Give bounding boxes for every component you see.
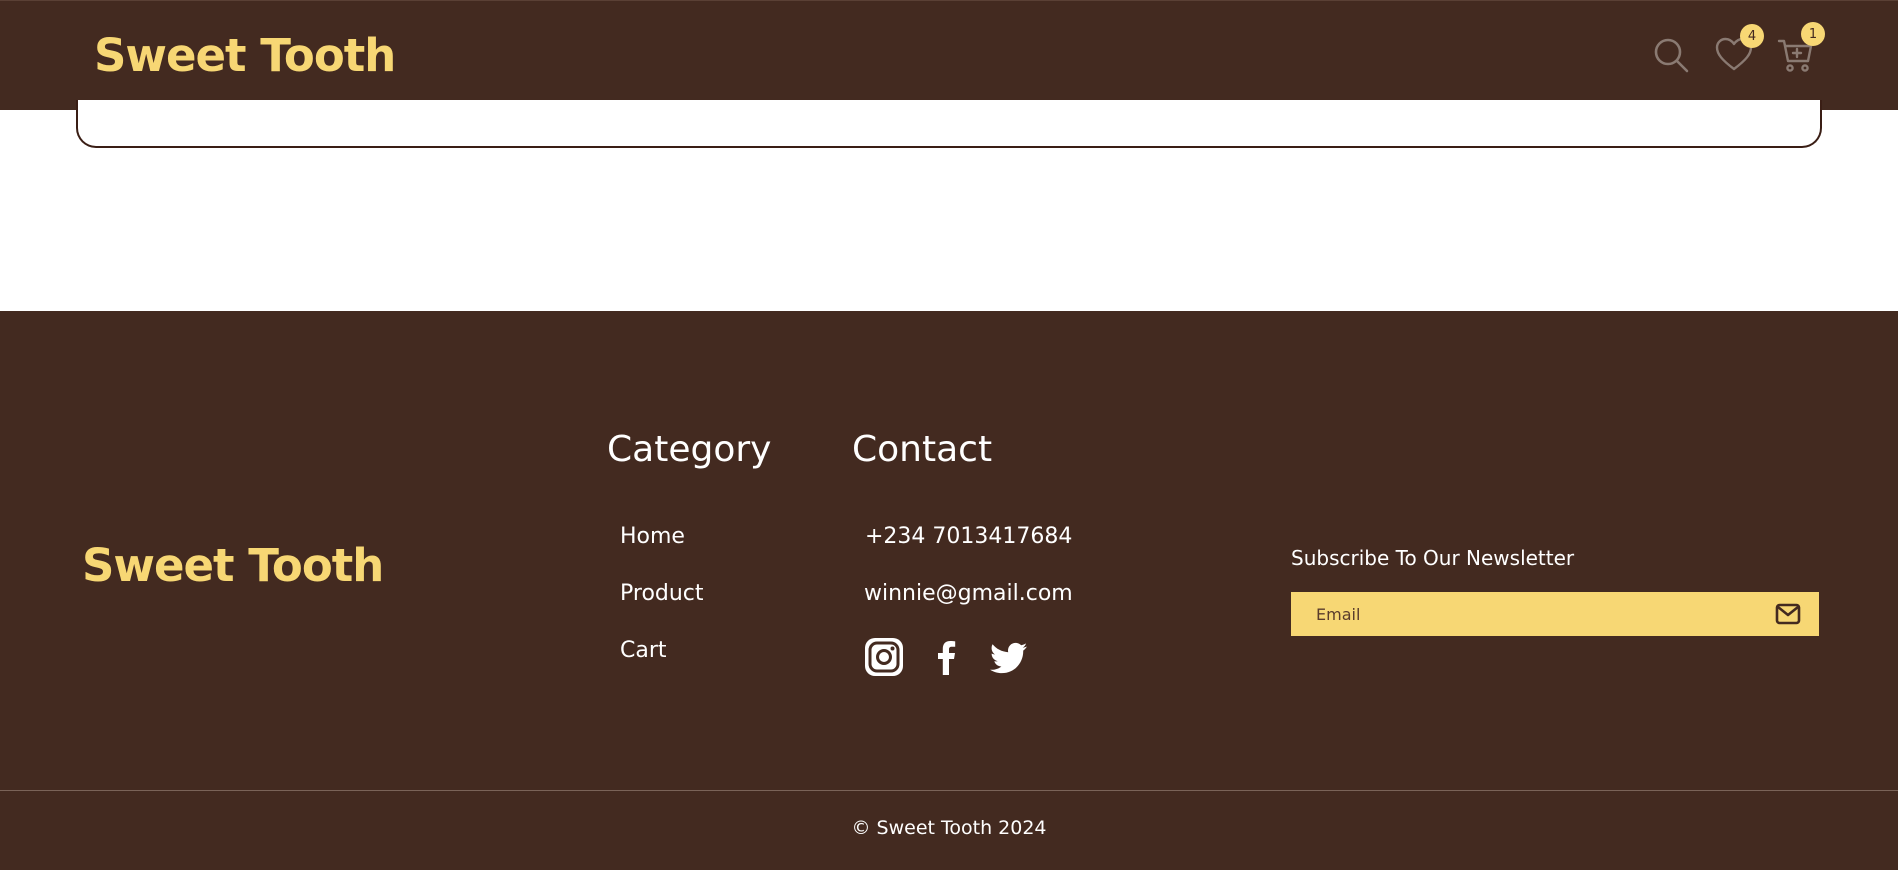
contact-heading: Contact [852, 429, 993, 470]
footer-link-home[interactable]: Home [620, 524, 685, 549]
footer-link-product[interactable]: Product [620, 581, 704, 606]
wishlist-button[interactable]: 4 [1714, 24, 1764, 75]
newsletter-submit-button[interactable] [1775, 602, 1801, 626]
site-header: Sweet Tooth 4 1 [0, 0, 1898, 110]
copyright-text: © Sweet Tooth 2024 [851, 817, 1047, 839]
twitter-icon[interactable] [989, 637, 1029, 677]
cart-count-badge: 1 [1801, 22, 1825, 46]
contact-phone[interactable]: +234 7013417684 [865, 524, 1072, 549]
cart-button[interactable]: 1 [1776, 22, 1825, 75]
footer-logo[interactable]: Sweet Tooth [82, 539, 384, 592]
contact-email[interactable]: winnie@gmail.com [864, 581, 1073, 606]
site-footer: Sweet Tooth Category Home Product Cart C… [0, 311, 1898, 870]
footer-link-cart[interactable]: Cart [620, 638, 667, 663]
newsletter-email-input[interactable] [1291, 592, 1751, 636]
content-card [76, 100, 1822, 148]
footer-divider [0, 790, 1898, 791]
search-icon[interactable] [1651, 35, 1691, 75]
newsletter-label: Subscribe To Our Newsletter [1291, 546, 1575, 570]
category-heading: Category [607, 429, 772, 470]
newsletter-form [1291, 592, 1819, 636]
mail-icon [1775, 603, 1801, 625]
wishlist-count-badge: 4 [1740, 24, 1764, 48]
facebook-icon[interactable] [927, 637, 967, 677]
header-logo[interactable]: Sweet Tooth [94, 29, 396, 82]
instagram-icon[interactable] [864, 637, 904, 677]
